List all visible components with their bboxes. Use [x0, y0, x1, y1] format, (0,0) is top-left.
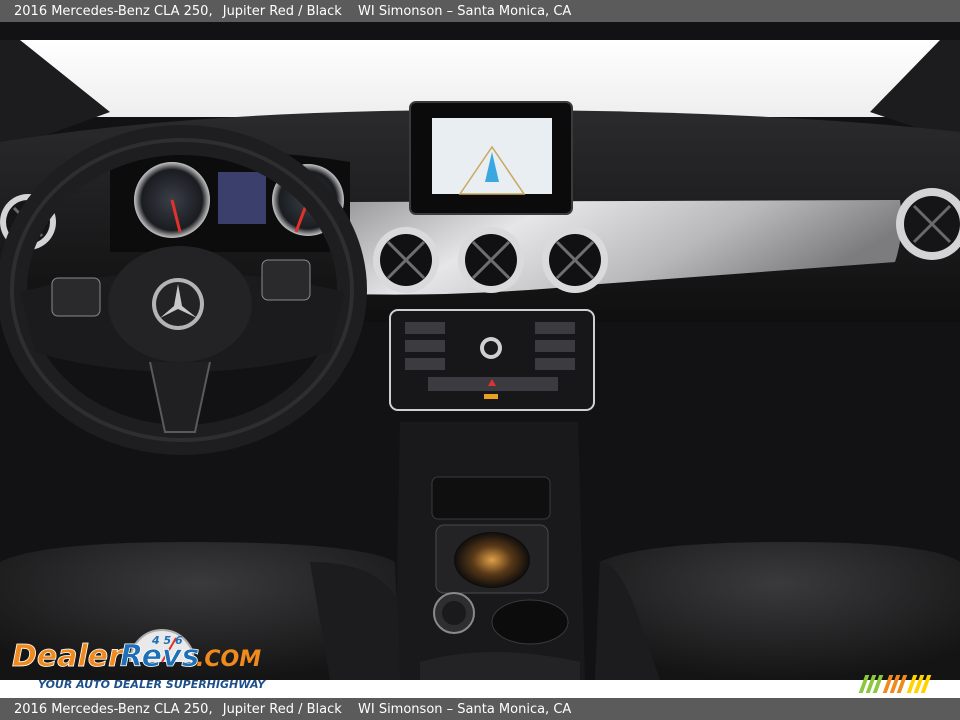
caption-vehicle-bottom: 2016 Mercedes-Benz CLA 250,	[14, 701, 213, 717]
caption-dealer-bottom: WI Simonson – Santa Monica, CA	[358, 701, 572, 717]
dealerrevs-watermark: 4 5 6 Dealer Revs .COM YOUR AUTO DEALER …	[10, 622, 280, 696]
caption-title: 2016 Mercedes-Benz CLA 250, Jupiter Red …	[14, 4, 342, 19]
bottom-caption-bar: 2016 Mercedes-Benz CLA 250, Jupiter Red …	[0, 698, 960, 720]
stripes-logo-icon	[856, 673, 936, 695]
caption-title-bottom: 2016 Mercedes-Benz CLA 250, Jupiter Red …	[14, 702, 342, 717]
brand-dealer: Dealer	[12, 639, 125, 674]
caption-color-bottom: Jupiter Red / Black	[222, 701, 342, 717]
caption-dealer: WI Simonson – Santa Monica, CA	[358, 3, 572, 19]
brand-revs: Revs	[120, 639, 199, 674]
caption-vehicle: 2016 Mercedes-Benz CLA 250,	[14, 3, 213, 19]
brand-tagline: YOUR AUTO DEALER SUPERHIGHWAY	[38, 678, 266, 691]
interior-photo	[0, 22, 960, 680]
top-caption-bar: 2016 Mercedes-Benz CLA 250, Jupiter Red …	[0, 0, 960, 22]
caption-color: Jupiter Red / Black	[222, 3, 342, 19]
brand-com: .COM	[196, 647, 261, 672]
